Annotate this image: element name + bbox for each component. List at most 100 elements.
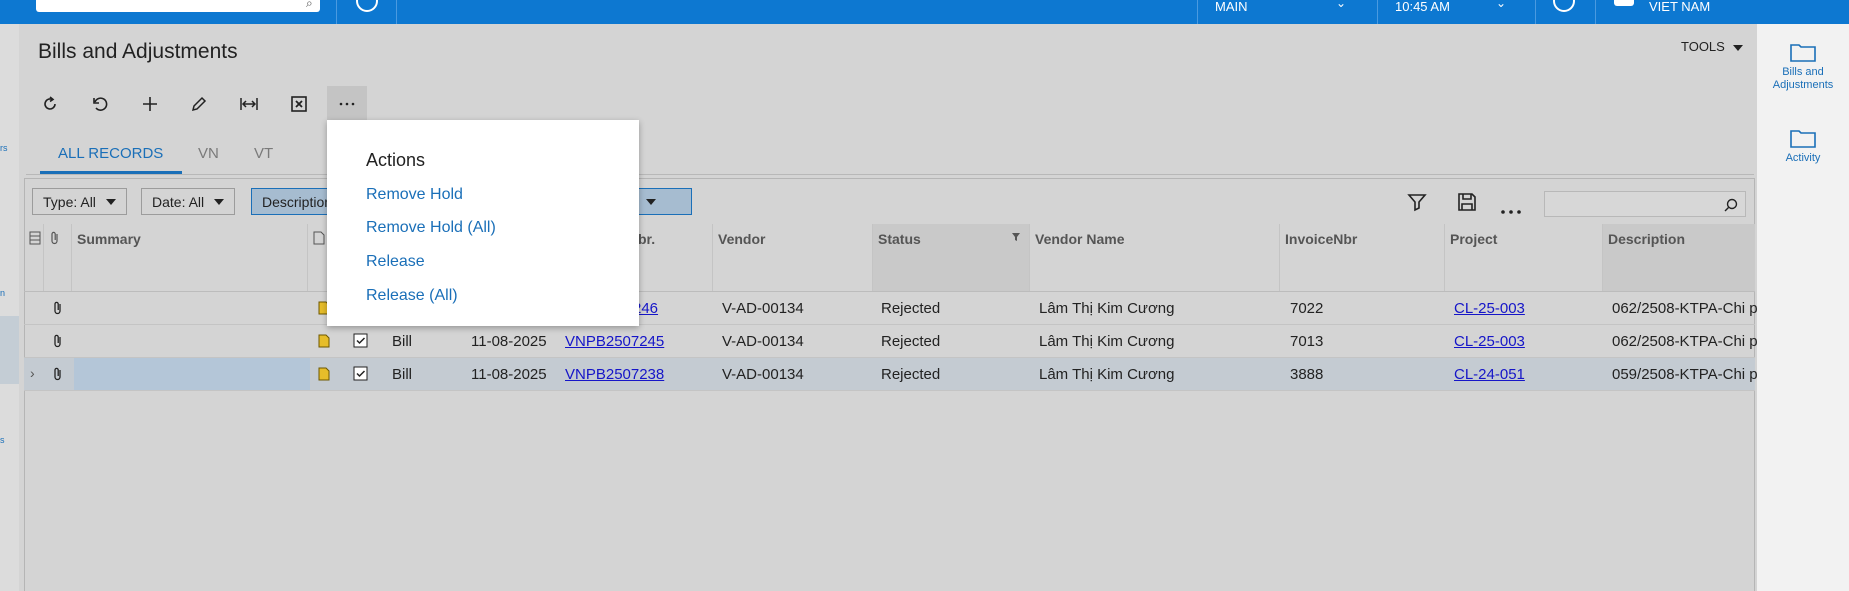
note-icon <box>313 231 325 245</box>
status-cell: Rejected <box>881 333 941 350</box>
left-nav-item[interactable]: s <box>0 435 5 445</box>
ellipsis-icon[interactable] <box>1499 196 1523 220</box>
chevron-down-icon[interactable]: ⌄ <box>1496 0 1506 10</box>
user-icon[interactable] <box>1614 0 1634 6</box>
menu-item-remove-hold[interactable]: Remove Hold <box>366 186 463 204</box>
column-header-vendor[interactable]: Vendor <box>713 224 873 292</box>
fit-columns-button[interactable] <box>234 89 264 119</box>
vendor-cell: V-AD-00134 <box>722 333 804 350</box>
left-nav-item[interactable]: rs <box>0 143 8 153</box>
column-config-icon <box>29 231 41 245</box>
column-filter-icon[interactable] <box>1011 232 1021 242</box>
column-header-description[interactable]: Description <box>1603 224 1755 292</box>
menu-item-release-all[interactable]: Release (All) <box>366 287 458 305</box>
clock-icon[interactable] <box>356 0 378 12</box>
vendor-name-cell: Lâm Thị Kim Cương <box>1039 366 1175 383</box>
attachment-column-header[interactable] <box>44 224 72 292</box>
checkbox-checked-icon[interactable] <box>353 366 368 381</box>
export-excel-button[interactable] <box>284 89 314 119</box>
pencil-icon <box>191 96 207 112</box>
status-cell: Rejected <box>881 300 941 317</box>
date-filter[interactable]: Date: All <box>141 188 236 215</box>
ref-nbr-link[interactable]: VNPB2507245 <box>565 333 664 350</box>
edit-button[interactable] <box>184 89 214 119</box>
menu-item-release[interactable]: Release <box>366 253 425 271</box>
right-panel-label: Activity <box>1785 152 1821 164</box>
fit-width-icon <box>240 98 258 110</box>
vendor-name-cell: Lâm Thị Kim Cương <box>1039 300 1175 317</box>
excel-icon <box>291 96 307 112</box>
tools-menu-button[interactable]: TOOLS <box>1681 39 1743 54</box>
status-cell: Rejected <box>881 366 941 383</box>
column-settings-header[interactable] <box>24 224 44 292</box>
time-selector[interactable]: 10:45 AM <box>1395 0 1450 14</box>
date-cell: 11-08-2025 <box>471 333 547 350</box>
ellipsis-icon <box>339 102 355 106</box>
column-header-project[interactable]: Project <box>1445 224 1603 292</box>
vendor-name-cell: Lâm Thị Kim Cương <box>1039 333 1175 350</box>
column-header-ref-nbr[interactable]: br. <box>633 224 713 292</box>
vendor-cell: V-AD-00134 <box>722 366 804 383</box>
page-title: Bills and Adjustments <box>38 40 238 63</box>
table-row-selected[interactable]: › Bill 11-08-2025 VNPB2507238 V-AD-00134… <box>24 358 1758 391</box>
column-header-vendor-name[interactable]: Vendor Name <box>1030 224 1280 292</box>
chevron-right-icon[interactable]: › <box>30 365 35 381</box>
divider <box>1595 0 1596 24</box>
divider <box>396 0 397 24</box>
column-header-status[interactable]: Status <box>873 224 1030 292</box>
description-cell: 062/2508-KTPA-Chi p <box>1612 333 1758 350</box>
tab-vt[interactable]: VT <box>254 145 273 162</box>
refresh-icon <box>44 96 56 110</box>
search-icon[interactable]: ⌕ <box>306 0 313 11</box>
filter-icon[interactable] <box>1405 190 1429 214</box>
description-cell: 059/2508-KTPA-Chi p <box>1612 366 1758 383</box>
summary-cell-editor[interactable] <box>74 358 310 390</box>
company-selector[interactable]: VIET NAM <box>1649 0 1710 14</box>
paperclip-icon[interactable] <box>52 334 64 348</box>
undo-button[interactable] <box>85 89 115 119</box>
caret-down-icon <box>214 198 225 205</box>
global-search-input[interactable] <box>36 0 320 12</box>
column-header-summary[interactable]: Summary <box>72 224 308 292</box>
save-icon[interactable] <box>1455 190 1479 214</box>
add-button[interactable] <box>135 89 165 119</box>
paperclip-icon[interactable] <box>52 367 64 381</box>
checkbox-checked-icon[interactable] <box>353 333 368 348</box>
paperclip-icon[interactable] <box>52 301 64 315</box>
grid-search-input[interactable] <box>1544 191 1746 217</box>
column-header-invoice-nbr[interactable]: InvoiceNbr <box>1280 224 1445 292</box>
tab-vn[interactable]: VN <box>198 145 219 162</box>
date-cell: 11-08-2025 <box>471 366 547 383</box>
more-actions-button[interactable] <box>327 86 367 122</box>
description-cell: 062/2508-KTPA-Chi p <box>1612 300 1758 317</box>
project-link[interactable]: CL-24-051 <box>1454 366 1525 383</box>
description-filter-label: Description <box>262 193 333 210</box>
caret-down-icon <box>105 198 116 205</box>
actions-dropdown: Actions Remove Hold Remove Hold (All) Re… <box>327 120 639 326</box>
folder-icon <box>1790 130 1816 148</box>
vendor-cell: V-AD-00134 <box>722 300 804 317</box>
refresh-button[interactable] <box>35 89 65 119</box>
table-row[interactable]: Bill 11-08-2025 VNPB2507245 V-AD-00134 R… <box>24 325 1758 358</box>
invoice-cell: 3888 <box>1290 366 1324 383</box>
chevron-down-icon[interactable]: ⌄ <box>1336 0 1346 10</box>
note-column-header[interactable] <box>308 224 328 292</box>
tab-all-records[interactable]: ALL RECORDS <box>58 145 163 162</box>
ref-nbr-link[interactable]: VNPB2507238 <box>565 366 664 383</box>
menu-item-remove-hold-all[interactable]: Remove Hold (All) <box>366 219 496 237</box>
search-icon <box>1724 198 1738 212</box>
left-nav-highlight <box>0 316 19 384</box>
table-row[interactable]: 246 V-AD-00134 Rejected Lâm Thị Kim Cươn… <box>24 292 1758 325</box>
column-header-status-label: Status <box>878 231 921 247</box>
project-link[interactable]: CL-25-003 <box>1454 333 1525 350</box>
right-panel-activity[interactable]: Activity <box>1757 128 1849 165</box>
right-panel-bills-adjustments[interactable]: Bills and Adjustments <box>1757 42 1849 92</box>
help-icon[interactable] <box>1553 0 1575 12</box>
branch-selector[interactable]: MAIN <box>1215 0 1248 14</box>
date-filter-label: Date: All <box>152 193 205 210</box>
project-link[interactable]: CL-25-003 <box>1454 300 1525 317</box>
type-filter[interactable]: Type: All <box>32 188 127 215</box>
left-nav-item[interactable]: n <box>0 288 5 298</box>
note-icon[interactable] <box>318 334 330 348</box>
note-icon[interactable] <box>318 367 330 381</box>
